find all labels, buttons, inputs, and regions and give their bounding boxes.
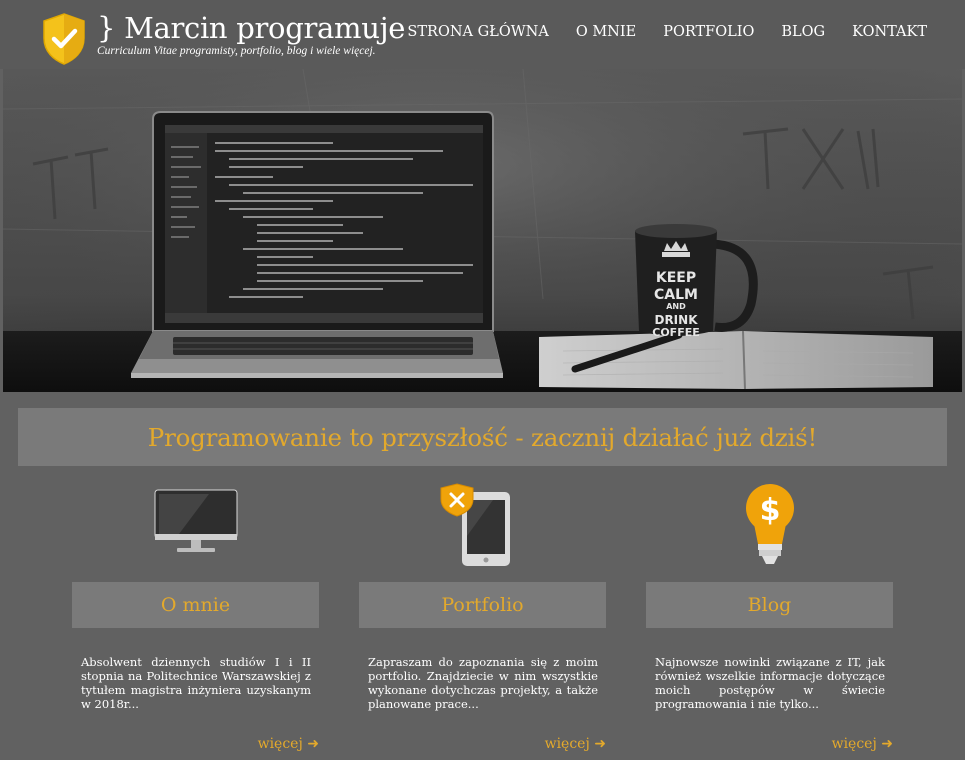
nav-blog[interactable]: BLOG [781,24,825,40]
nav-home[interactable]: STRONA GŁÓWNA [407,24,548,40]
lightbulb-dollar-icon: $ [745,484,794,564]
tablet-shield-icon [440,483,510,566]
about-section: O mnie Absolwent dziennych studiów I i I… [72,480,319,760]
about-text: Absolwent dziennych studiów I i II stopn… [81,655,311,711]
tagline-banner: Programowanie to przyszłość - zacznij dz… [18,408,947,466]
brand: } Marcin programuje Curriculum Vitae pro… [97,10,405,58]
monitor-icon [154,489,237,552]
about-more-link[interactable]: więcej ➜ [258,736,319,752]
main-nav: STRONA GŁÓWNA O MNIE PORTFOLIO BLOG KONT… [407,24,927,40]
laptop-and-mug-photo: KEEP CALM AND DRINK COFFEE [3,69,962,392]
mug-text-and: AND [666,302,686,311]
site-subtitle: Curriculum Vitae programisty, portfolio,… [97,45,376,57]
hero-image: KEEP CALM AND DRINK COFFEE [3,69,962,392]
mug-text-keep: KEEP [656,270,696,286]
portfolio-section: Portfolio Zapraszam do zapoznania się z … [359,480,606,760]
mug-text-calm: CALM [654,287,698,303]
site-header: } Marcin programuje Curriculum Vitae pro… [0,0,965,69]
site-title[interactable]: } Marcin programuje [97,10,405,46]
blog-more-link[interactable]: więcej ➜ [832,736,893,752]
nav-about[interactable]: O MNIE [576,24,636,40]
nav-contact[interactable]: KONTAKT [852,24,927,40]
blog-text: Najnowsze nowinki związane z IT, jak rów… [655,655,885,711]
portfolio-title: Portfolio [359,582,606,628]
mug-text-drink: DRINK [654,313,698,327]
blog-section: $ Blog Najnowsze nowinki związane z IT, … [646,480,893,760]
blog-title: Blog [646,582,893,628]
portfolio-text: Zapraszam do zapoznania się z moim portf… [368,655,598,711]
svg-text:$: $ [759,493,780,528]
nav-portfolio[interactable]: PORTFOLIO [663,24,754,40]
about-title: O mnie [72,582,319,628]
shield-check-icon[interactable] [40,12,88,66]
portfolio-more-link[interactable]: więcej ➜ [545,736,606,752]
tagline-text: Programowanie to przyszłość - zacznij dz… [147,422,818,452]
mug-text-coffee: COFFEE [652,326,699,339]
